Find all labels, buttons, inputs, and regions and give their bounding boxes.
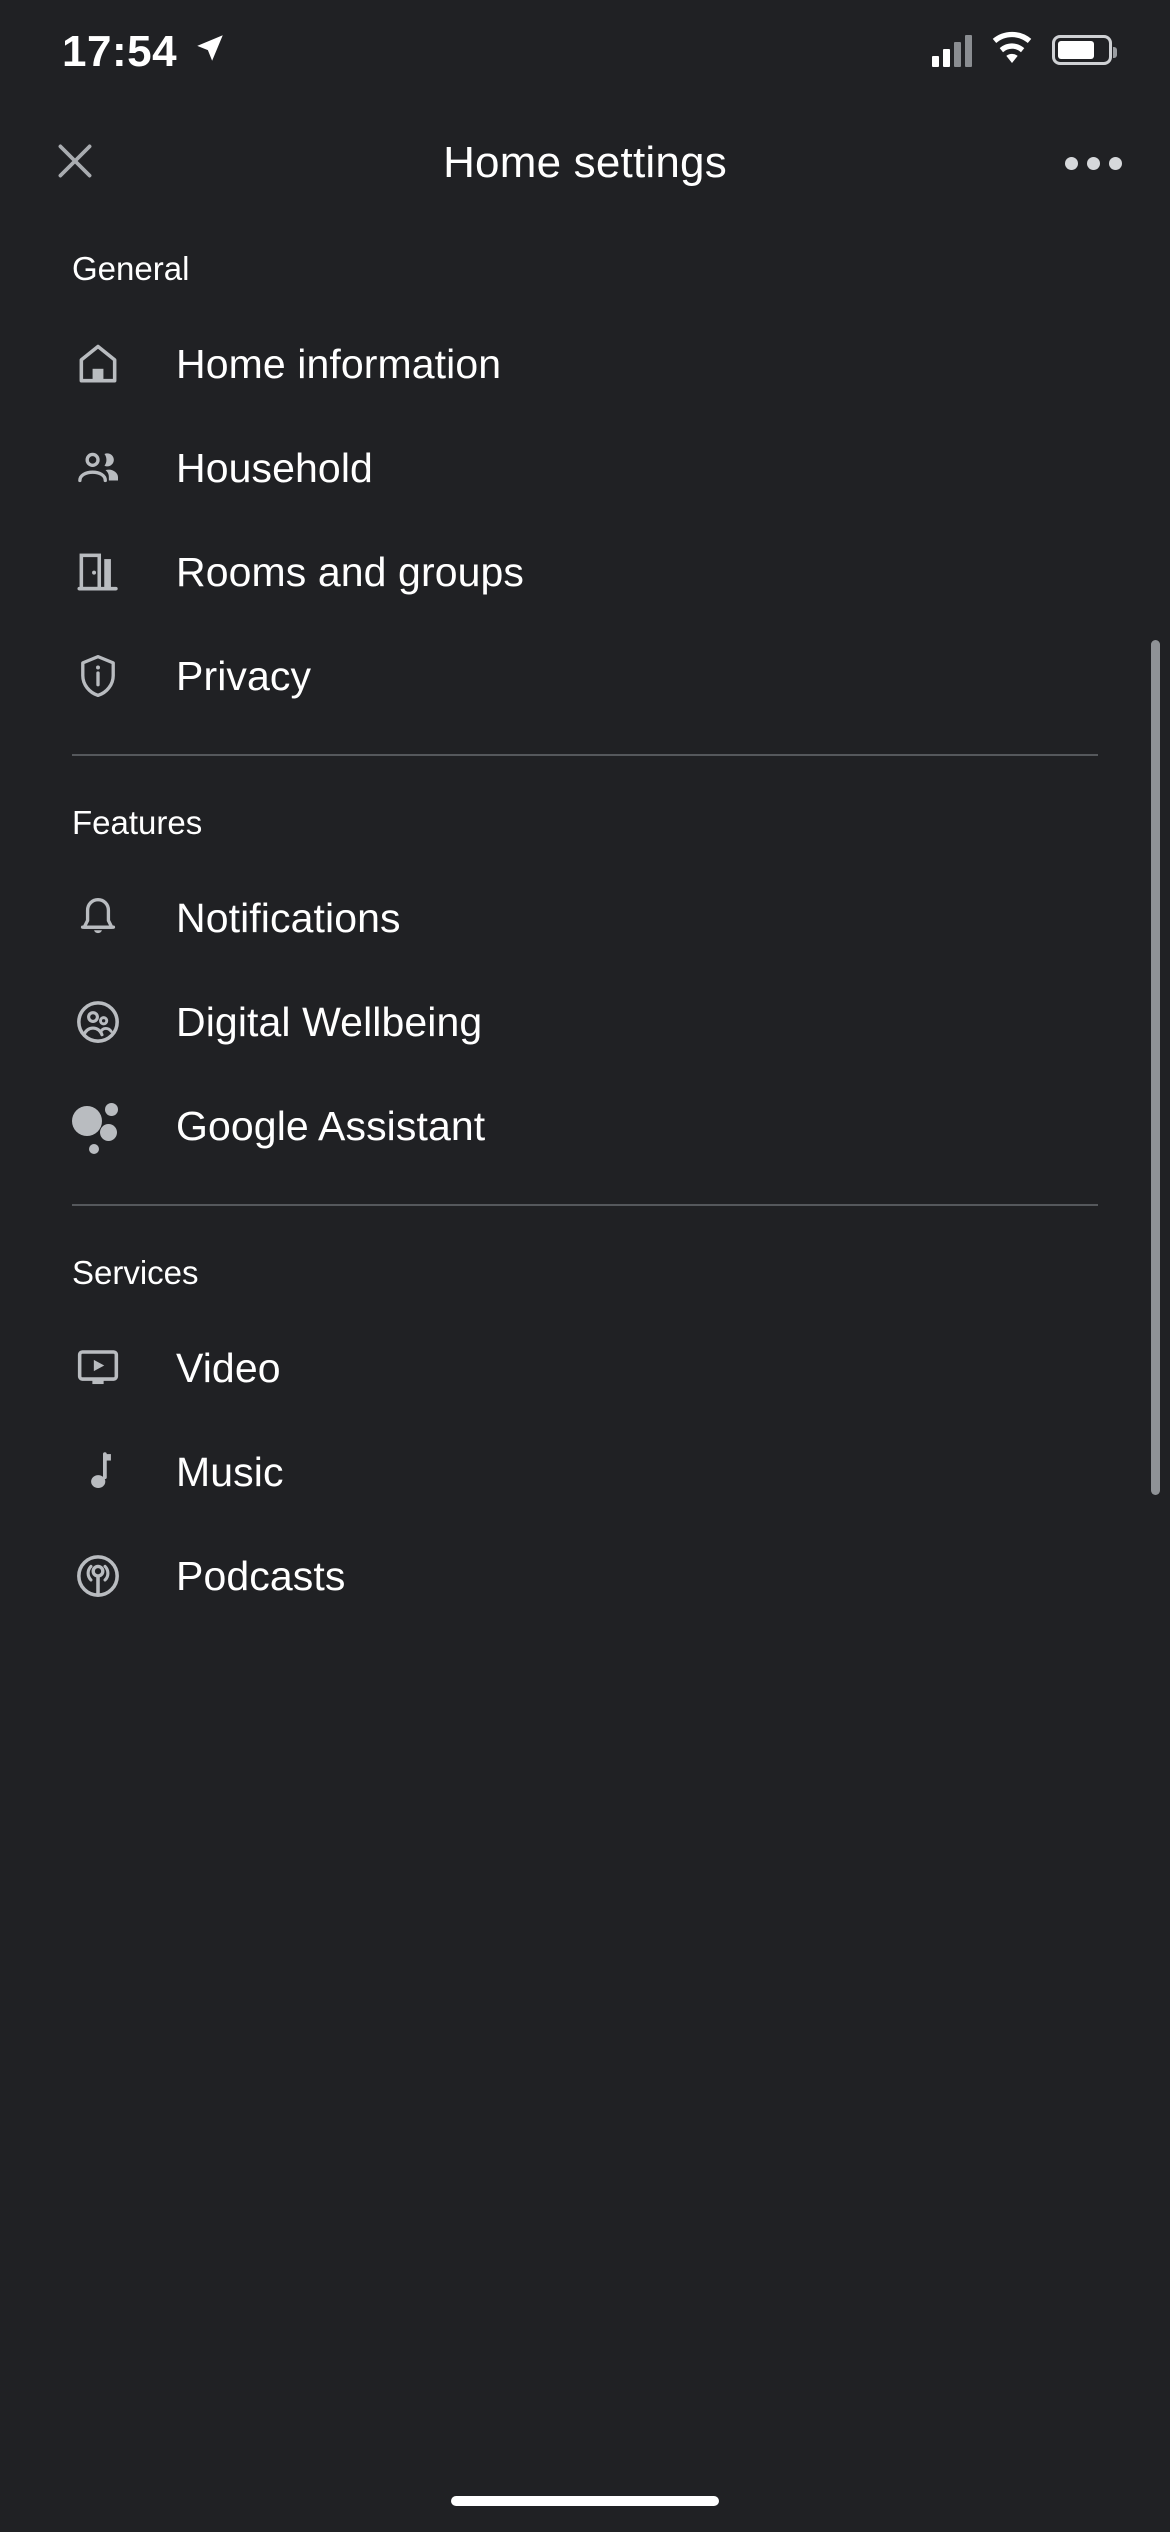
section-header-general: General: [72, 250, 190, 287]
settings-row-digital-wellbeing[interactable]: Digital Wellbeing: [0, 970, 1170, 1074]
cellular-signal-icon: [932, 33, 972, 67]
door-icon: [72, 546, 124, 598]
settings-row-video[interactable]: Video: [0, 1316, 1170, 1420]
settings-row-google-assistant[interactable]: Google Assistant: [0, 1074, 1170, 1178]
status-bar-left: 17:54: [62, 26, 227, 74]
section-divider-features-services: [72, 1204, 1098, 1206]
settings-row-home-information[interactable]: Home information: [0, 312, 1170, 416]
people-icon: [72, 442, 124, 494]
podcast-broadcast-icon: [72, 1550, 124, 1602]
music-note-icon: [72, 1446, 124, 1498]
close-button[interactable]: [28, 116, 122, 210]
bell-icon: [72, 892, 124, 944]
assistant-dot-large: [72, 1106, 102, 1136]
more-options-icon-dot2: [1086, 156, 1100, 170]
house-icon: [72, 338, 124, 390]
more-options-button[interactable]: [1046, 116, 1140, 210]
settings-row-podcasts[interactable]: Podcasts: [0, 1524, 1170, 1628]
settings-row-music[interactable]: Music: [0, 1420, 1170, 1524]
settings-row-label: Music: [176, 1448, 284, 1495]
section-header-services: Services: [72, 1254, 199, 1291]
app-bar: Home settings: [0, 100, 1170, 226]
phone-screen: 17:54 Home settings General Home informa…: [0, 0, 1170, 2532]
location-arrow-icon: [193, 31, 227, 70]
assistant-dot-small: [105, 1103, 118, 1116]
settings-row-rooms-and-groups[interactable]: Rooms and groups: [0, 520, 1170, 624]
shield-info-icon: [72, 650, 124, 702]
settings-row-label: Video: [176, 1344, 281, 1391]
settings-row-label: Notifications: [176, 894, 401, 941]
more-options-icon-dot3: [1108, 156, 1122, 170]
settings-row-label: Google Assistant: [176, 1102, 486, 1149]
settings-row-label: Household: [176, 444, 373, 491]
settings-list: General Home information Household Rooms…: [0, 226, 1170, 1628]
family-circle-icon: [72, 996, 124, 1048]
battery-icon: [1052, 35, 1117, 65]
settings-row-label: Digital Wellbeing: [176, 998, 483, 1045]
settings-row-notifications[interactable]: Notifications: [0, 866, 1170, 970]
section-header-features: Features: [72, 804, 203, 841]
vertical-scrollbar[interactable]: [1151, 640, 1160, 1495]
more-options-icon: [1064, 156, 1078, 170]
status-bar: 17:54: [0, 0, 1170, 100]
status-bar-clock: 17:54: [62, 27, 178, 76]
settings-row-privacy[interactable]: Privacy: [0, 624, 1170, 728]
settings-row-household[interactable]: Household: [0, 416, 1170, 520]
home-indicator[interactable]: [451, 2496, 719, 2506]
page-title: Home settings: [443, 138, 727, 187]
wifi-icon: [990, 31, 1034, 70]
assistant-dot-medium: [100, 1124, 117, 1141]
assistant-dot-tiny: [89, 1144, 99, 1154]
settings-row-label: Privacy: [176, 652, 312, 699]
settings-row-label: Rooms and groups: [176, 548, 525, 595]
section-divider-general-features: [72, 754, 1098, 756]
settings-row-label: Podcasts: [176, 1552, 346, 1599]
settings-row-label: Home information: [176, 340, 502, 387]
close-icon: [50, 136, 100, 191]
status-bar-right: [932, 31, 1117, 70]
video-monitor-play-icon: [72, 1342, 124, 1394]
google-assistant-icon: [72, 1100, 124, 1154]
